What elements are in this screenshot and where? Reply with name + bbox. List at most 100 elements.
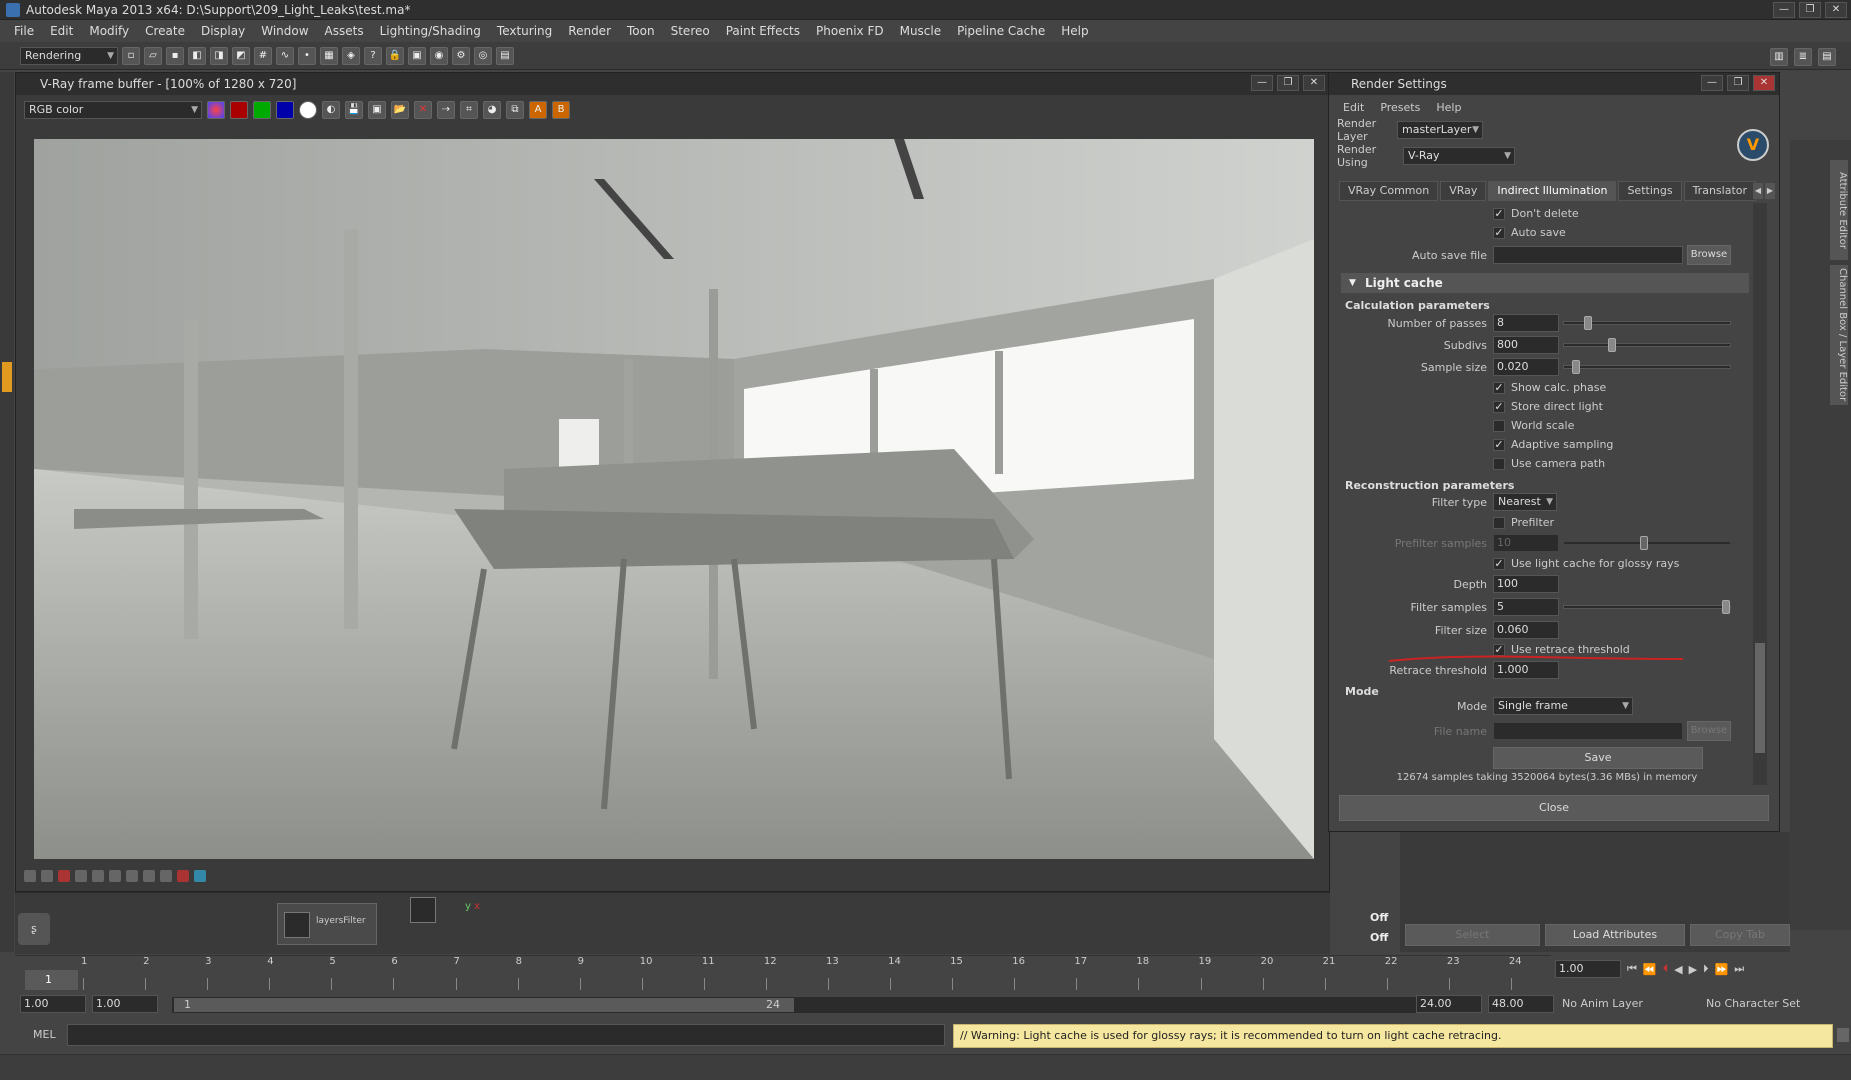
camera-path-checkbox[interactable]	[1493, 457, 1505, 470]
character-set-dropdown[interactable]: No Character Set	[1706, 997, 1816, 1010]
depth-input[interactable]: 100	[1493, 575, 1559, 593]
step-back-key-icon[interactable]: ⏪	[1643, 963, 1657, 976]
filter-type-dropdown[interactable]: Nearest ▼	[1493, 493, 1557, 511]
histogram-icon[interactable]	[160, 870, 172, 882]
menu-muscle[interactable]: Muscle	[892, 24, 950, 38]
channel-dropdown[interactable]: RGB color ▼	[24, 101, 202, 119]
history-icon[interactable]: ?	[364, 46, 382, 65]
snap-curve-icon[interactable]: ∿	[276, 46, 294, 65]
save-all-icon[interactable]: ▣	[368, 101, 386, 119]
range-track[interactable]: 1 24	[172, 997, 1425, 1013]
snap-plane-icon[interactable]: ▦	[320, 46, 338, 65]
render-frame-icon[interactable]: ▣	[408, 46, 426, 65]
menu-paint-effects[interactable]: Paint Effects	[718, 24, 808, 38]
track-mouse-icon[interactable]: ⇢	[437, 101, 455, 119]
settings-icon[interactable]	[109, 870, 121, 882]
auto-save-checkbox[interactable]: ✓	[1493, 226, 1505, 239]
ab-compare-a-icon[interactable]: A	[529, 101, 547, 119]
rs-menu-edit[interactable]: Edit	[1343, 101, 1364, 114]
tab-settings[interactable]: Settings	[1618, 181, 1682, 201]
mel-input[interactable]	[67, 1024, 945, 1046]
lens-effects-icon[interactable]	[126, 870, 138, 882]
filter-samples-input[interactable]: 5	[1493, 598, 1559, 616]
current-time-field[interactable]: 1.00	[1555, 960, 1621, 978]
region-render-icon[interactable]: ⌗	[460, 101, 478, 119]
lock-icon[interactable]: 🔒	[386, 46, 404, 65]
select-component-icon[interactable]: ◩	[232, 46, 250, 65]
filter-samples-knob[interactable]	[1722, 600, 1730, 614]
menu-stereo[interactable]: Stereo	[663, 24, 718, 38]
play-backward-icon[interactable]: ◀	[1674, 963, 1682, 976]
alpha-channel-icon[interactable]	[299, 101, 317, 119]
prefilter-samples-slider[interactable]	[1563, 536, 1731, 550]
channel-box-icon[interactable]: ≣	[1794, 48, 1812, 66]
time-slider[interactable]: 1 2 3 4 5 6 7 8 9 10 11 12 13 14 15 16 17 18 19 20 21 22 23 24 …	[15, 955, 1551, 991]
file-name-input[interactable]	[1493, 722, 1683, 740]
store-direct-checkbox[interactable]: ✓	[1493, 400, 1505, 413]
open-scene-icon[interactable]: ▱	[144, 46, 162, 65]
mode-dropdown[interactable]: Single frame ▼	[1493, 697, 1633, 715]
tab-attribute-editor[interactable]: Attribute Editor	[1830, 160, 1848, 260]
menu-window[interactable]: Window	[253, 24, 316, 38]
world-scale-checkbox[interactable]	[1493, 419, 1505, 432]
rs-maximize-button[interactable]: ❐	[1727, 75, 1749, 91]
menu-file[interactable]: File	[6, 24, 42, 38]
dont-delete-checkbox[interactable]: ✓	[1493, 207, 1505, 220]
active-tool-icon[interactable]	[2, 362, 12, 392]
tab-channel-box[interactable]: Channel Box / Layer Editor	[1830, 265, 1848, 405]
history-window-icon[interactable]	[41, 870, 53, 882]
levels-icon[interactable]	[75, 870, 87, 882]
copy-tab-button[interactable]: Copy Tab	[1690, 924, 1790, 946]
rs-menu-help[interactable]: Help	[1436, 101, 1461, 114]
blue-channel-icon[interactable]	[276, 101, 294, 119]
light-cache-section[interactable]: ▼ Light cache	[1341, 273, 1749, 293]
file-name-browse-button[interactable]: Browse	[1687, 721, 1731, 741]
snap-grid-icon[interactable]: #	[254, 46, 272, 65]
ipr-render-icon[interactable]: ◉	[430, 46, 448, 65]
rs-minimize-button[interactable]: —	[1701, 75, 1723, 91]
panel-layout-icon[interactable]: ▥	[1770, 48, 1788, 66]
current-frame-marker[interactable]: 1	[25, 970, 78, 990]
select-hierarchy-icon[interactable]: ◧	[188, 46, 206, 65]
node-icon-2[interactable]	[410, 897, 436, 923]
use-lc-glossy-checkbox[interactable]: ✓	[1493, 557, 1505, 570]
prefilter-samples-input[interactable]: 10	[1493, 534, 1559, 552]
rs-scrollbar[interactable]	[1753, 203, 1767, 785]
rgb-channel-icon[interactable]	[207, 101, 225, 119]
menu-render[interactable]: Render	[560, 24, 619, 38]
filter-size-input[interactable]: 0.060	[1493, 621, 1559, 639]
subdivs-input[interactable]: 800	[1493, 336, 1559, 354]
input-line-icon[interactable]: ▤	[496, 46, 514, 65]
red-channel-icon[interactable]	[230, 101, 248, 119]
sample-size-input[interactable]: 0.020	[1493, 358, 1559, 376]
select-button[interactable]: Select	[1405, 924, 1540, 946]
mel-label[interactable]: MEL	[33, 1028, 56, 1041]
mono-channel-icon[interactable]: ◐	[322, 101, 340, 119]
adaptive-checkbox[interactable]: ✓	[1493, 438, 1505, 451]
auto-save-file-input[interactable]	[1493, 246, 1683, 264]
tab-scroll-right-icon[interactable]: ▶	[1765, 183, 1775, 199]
vfb-minimize-button[interactable]: —	[1251, 75, 1273, 91]
sample-size-knob[interactable]	[1572, 360, 1580, 374]
link-to-maya-icon[interactable]: ⧉	[506, 101, 524, 119]
tab-vray[interactable]: VRay	[1440, 181, 1487, 201]
anim-layer-dropdown[interactable]: No Anim Layer	[1562, 997, 1672, 1010]
hypershade-icon[interactable]: ◎	[474, 46, 492, 65]
render-settings-icon[interactable]: ⚙	[452, 46, 470, 65]
go-to-end-icon[interactable]: ⏭	[1734, 962, 1744, 976]
close-button-rs[interactable]: Close	[1339, 795, 1769, 821]
menu-create[interactable]: Create	[137, 24, 193, 38]
step-forward-frame-icon[interactable]: ⏵	[1703, 962, 1709, 976]
select-object-icon[interactable]: ◨	[210, 46, 228, 65]
clear-image-icon[interactable]: ✕	[414, 101, 432, 119]
pixel-aspect-icon[interactable]	[177, 870, 189, 882]
new-scene-icon[interactable]: ▫	[122, 46, 140, 65]
render-layer-dropdown[interactable]: masterLayer ▼	[1397, 121, 1483, 139]
menu-help[interactable]: Help	[1053, 24, 1096, 38]
rs-menu-presets[interactable]: Presets	[1380, 101, 1420, 114]
menu-modify[interactable]: Modify	[81, 24, 137, 38]
save-lc-button[interactable]: Save	[1493, 747, 1703, 769]
menu-edit[interactable]: Edit	[42, 24, 81, 38]
menu-pipeline[interactable]: Pipeline Cache	[949, 24, 1053, 38]
snap-surface-icon[interactable]: ◈	[342, 46, 360, 65]
